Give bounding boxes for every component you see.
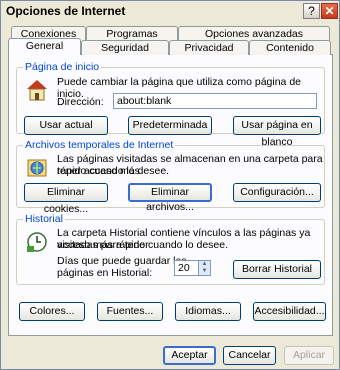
tab-seguridad[interactable]: Seguridad — [81, 40, 169, 55]
use-current-button[interactable]: Usar actual — [24, 116, 108, 135]
clear-history-button[interactable]: Borrar Historial — [233, 260, 321, 279]
temp-files-description-2: rápido cuando lo desee. — [57, 165, 170, 177]
temp-files-legend: Archivos temporales de Internet — [23, 139, 176, 151]
history-days-input[interactable]: 20 — [174, 260, 199, 276]
delete-cookies-button[interactable]: Eliminar cookies... — [24, 183, 108, 215]
general-tab-panel: Página de inicio Puede cambiar la página… — [8, 54, 333, 336]
temp-files-group: Archivos temporales de Internet Las pági… — [16, 139, 325, 215]
use-default-button[interactable]: Predeterminada — [128, 116, 212, 135]
home-address-field[interactable]: about:blank — [113, 93, 317, 109]
cancel-button[interactable]: Cancelar — [223, 346, 276, 365]
history-days-stepper[interactable]: ▲ ▼ — [199, 260, 211, 276]
window-title: Opciones de Internet — [6, 4, 126, 18]
temp-files-icon — [27, 159, 47, 177]
fonts-button[interactable]: Fuentes... — [97, 302, 163, 321]
stepper-up-icon[interactable]: ▲ — [199, 261, 210, 268]
tab-opciones-avanzadas[interactable]: Opciones avanzadas — [178, 26, 330, 41]
history-description-2: acceso más rápido cuando lo desee. — [57, 239, 229, 251]
days-label-2: páginas en Historial: — [57, 267, 153, 279]
use-blank-button[interactable]: Usar página en blanco — [233, 116, 321, 148]
tab-privacidad[interactable]: Privacidad — [169, 40, 249, 55]
accessibility-button[interactable]: Accesibilidad... — [253, 302, 326, 321]
history-legend: Historial — [23, 213, 65, 225]
title-bar: Opciones de Internet ? ✕ — [1, 1, 339, 21]
tab-row-front: General Seguridad Privacidad Contenido — [8, 38, 333, 55]
apply-button[interactable]: Aplicar — [284, 346, 334, 365]
days-label-1: Días que puede guardar las — [57, 255, 187, 267]
close-button[interactable]: ✕ — [321, 3, 338, 19]
stepper-down-icon[interactable]: ▼ — [199, 268, 210, 275]
house-icon — [27, 80, 47, 101]
home-page-legend: Página de inicio — [23, 61, 102, 73]
colors-button[interactable]: Colores... — [19, 302, 85, 321]
history-group: Historial La carpeta Historial contiene … — [16, 213, 325, 285]
history-icon — [27, 232, 47, 252]
ok-button[interactable]: Aceptar — [163, 346, 216, 365]
languages-button[interactable]: Idiomas... — [175, 302, 241, 321]
help-button[interactable]: ? — [303, 3, 320, 19]
settings-button[interactable]: Configuración... — [233, 183, 321, 202]
address-label: Dirección: — [57, 96, 104, 108]
home-page-group: Página de inicio Puede cambiar la página… — [16, 61, 325, 148]
internet-options-window: Opciones de Internet ? ✕ Conexiones Prog… — [0, 0, 340, 370]
tab-contenido[interactable]: Contenido — [249, 40, 331, 55]
tab-general[interactable]: General — [8, 38, 81, 55]
tab-programas[interactable]: Programas — [86, 26, 178, 41]
delete-files-button[interactable]: Eliminar archivos... — [128, 183, 212, 213]
